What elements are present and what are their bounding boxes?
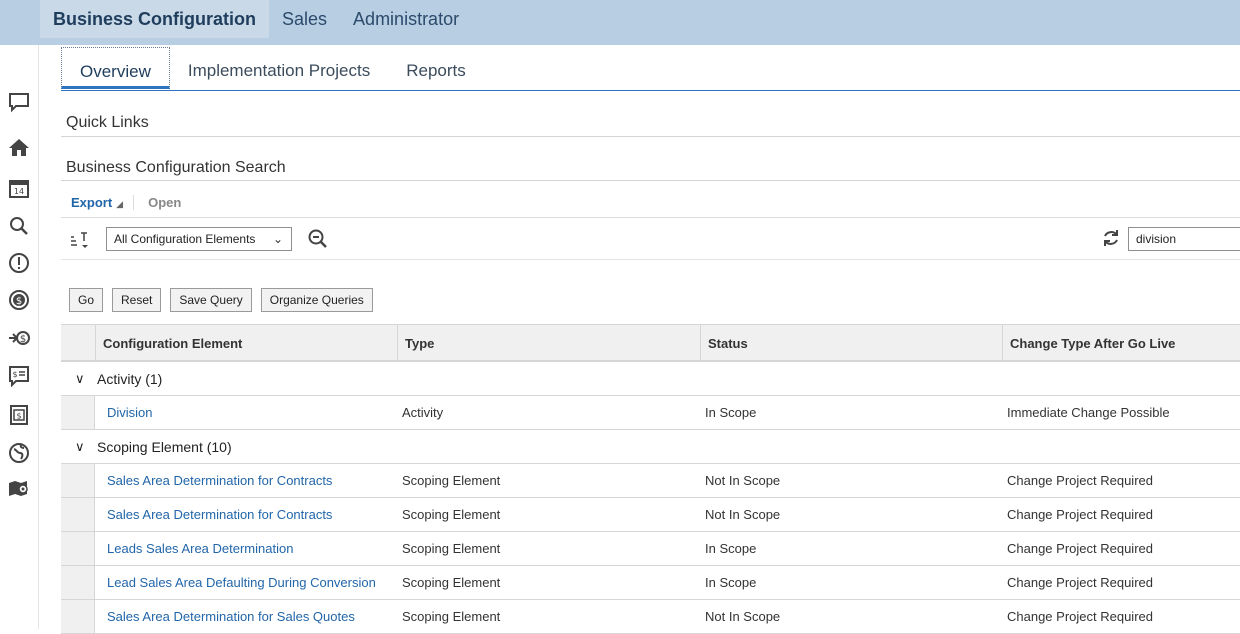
invoice-icon[interactable]: $ [4,400,34,430]
export-button[interactable]: Export ◢ [61,195,133,210]
svg-text:$: $ [12,370,17,379]
tab-overview[interactable]: Overview [61,47,170,89]
filter-toolbar: All Configuration Elements ⌄ [61,218,1240,260]
chevron-down-icon: ⌄ [272,232,283,246]
search-input[interactable] [1128,227,1240,251]
svg-text:$: $ [16,296,22,307]
main-content: Overview Implementation Projects Reports… [39,45,1240,634]
action-toolbar: Export ◢ Open [61,187,1240,218]
home-icon[interactable] [4,133,34,163]
configuration-element-link[interactable]: Sales Area Determination for Contracts [107,464,332,498]
select-value: All Configuration Elements [114,232,256,246]
status-cell: In Scope [705,575,757,590]
row-selector[interactable] [61,600,95,633]
save-query-button[interactable]: Save Query [170,288,252,312]
export-label: Export [71,194,113,210]
configuration-element-link[interactable]: Division [107,396,153,430]
type-cell: Scoping Element [402,575,501,590]
table-row[interactable]: Sales Area Determination for Contracts S… [61,464,1240,498]
tab-bar: Overview Implementation Projects Reports [61,47,484,91]
price-list-icon[interactable]: $ [4,361,34,391]
column-header-change-type[interactable]: Change Type After Go Live [1002,325,1240,361]
feedback-icon[interactable] [4,87,34,117]
alert-icon[interactable] [4,248,34,278]
divider [61,180,1240,181]
group-label: Activity (1) [97,371,163,387]
status-cell: In Scope [705,541,757,556]
row-selector[interactable] [61,396,95,429]
sort-icon[interactable] [69,229,89,249]
left-icon-rail: 14 $ $ $ $ [0,45,39,629]
svg-text:$: $ [20,334,26,345]
tab-implementation-projects[interactable]: Implementation Projects [170,47,388,89]
top-nav: Business Configuration Sales Administrat… [40,0,472,38]
refresh-icon[interactable] [1101,228,1121,248]
table-row[interactable]: Lead Sales Area Defaulting During Conver… [61,566,1240,600]
query-buttons: Go Reset Save Query Organize Queries [69,288,373,312]
type-cell: Scoping Element [402,473,501,488]
table-row[interactable]: Sales Area Determination for Contracts S… [61,498,1240,532]
tab-reports[interactable]: Reports [388,47,484,89]
table-header: Configuration Element Type Status Change… [61,324,1240,362]
chevron-down-icon[interactable]: ∨ [75,362,85,396]
column-header-configuration-element[interactable]: Configuration Element [95,325,397,361]
table-row[interactable]: Division Activity In Scope Immediate Cha… [61,396,1240,430]
row-selector[interactable] [61,532,95,565]
change-type-cell: Change Project Required [1007,507,1153,522]
configuration-element-link[interactable]: Lead Sales Area Defaulting During Conver… [107,566,376,600]
transfer-money-icon[interactable]: $ [4,323,34,353]
go-button[interactable]: Go [69,288,104,312]
nav-sales[interactable]: Sales [269,0,340,38]
nav-administrator[interactable]: Administrator [340,0,472,38]
table-row[interactable]: Leads Sales Area Determination Scoping E… [61,532,1240,566]
nav-business-configuration[interactable]: Business Configuration [40,0,270,38]
column-header-status[interactable]: Status [700,325,1002,361]
row-selector[interactable] [61,464,95,497]
svg-text:14: 14 [14,187,24,196]
row-selector[interactable] [61,566,95,599]
global-icon[interactable] [4,438,34,468]
caret-icon: ◢ [116,198,124,209]
calendar-icon[interactable]: 14 [4,173,34,203]
status-cell: In Scope [705,405,757,420]
group-label: Scoping Element (10) [97,439,232,455]
zoom-out-icon[interactable] [307,228,329,250]
change-type-cell: Immediate Change Possible [1007,405,1170,420]
status-cell: Not In Scope [705,507,781,522]
quick-links-heading[interactable]: Quick Links [66,114,149,132]
chevron-down-icon[interactable]: ∨ [75,430,85,464]
type-cell: Activity [402,405,444,420]
group-row-activity[interactable]: ∨ Activity (1) [61,362,1240,396]
configuration-filter-select[interactable]: All Configuration Elements ⌄ [106,227,292,251]
type-cell: Scoping Element [402,541,501,556]
change-type-cell: Change Project Required [1007,575,1153,590]
svg-text:$: $ [16,412,21,421]
organize-queries-button[interactable]: Organize Queries [260,288,373,312]
type-cell: Scoping Element [402,507,501,522]
search-icon[interactable] [4,211,34,241]
configuration-element-link[interactable]: Leads Sales Area Determination [107,532,293,566]
group-row-scoping-element[interactable]: ∨ Scoping Element (10) [61,430,1240,464]
status-cell: Not In Scope [705,473,781,488]
map-icon[interactable] [4,473,34,503]
change-type-cell: Change Project Required [1007,541,1153,556]
search-section-heading: Business Configuration Search [66,159,286,176]
divider [61,136,1240,137]
results-table: Configuration Element Type Status Change… [61,324,1240,634]
configuration-element-link[interactable]: Sales Area Determination for Contracts [107,498,332,532]
open-button[interactable]: Open [133,194,191,210]
change-type-cell: Change Project Required [1007,473,1153,488]
money-icon[interactable]: $ [4,285,34,315]
tab-underline [61,90,1240,91]
reset-button[interactable]: Reset [112,288,162,312]
row-selector[interactable] [61,498,95,531]
column-header-type[interactable]: Type [397,325,700,361]
top-navigation-bar: Business Configuration Sales Administrat… [0,0,1240,45]
